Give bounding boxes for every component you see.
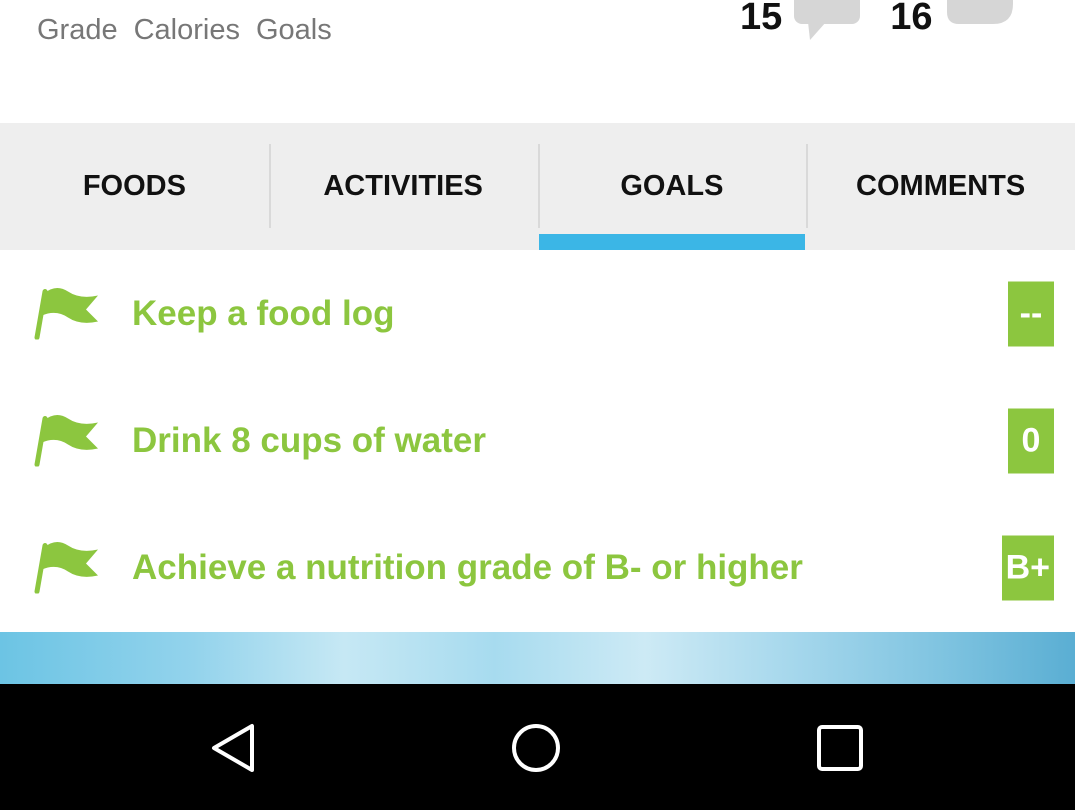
list-item[interactable]: Keep a food log -- [0,250,1075,377]
goal-label: Drink 8 cups of water [132,420,486,460]
comments-count: 15 [740,0,783,38]
thumbs-up-icon[interactable] [945,0,1017,47]
day-summary-header: Grade Calories Goals 15 16 [0,0,1075,123]
goals-label: Goals [255,14,332,46]
list-item[interactable]: Drink 8 cups of water 0 [0,377,1075,504]
flag-icon [32,538,102,599]
back-icon[interactable] [208,722,260,774]
comment-bubble-icon[interactable] [792,0,864,47]
tab-bar: FOODS ACTIVITIES GOALS COMMENTS [0,123,1075,250]
goal-grade-badge: 0 [1008,408,1054,474]
recents-icon[interactable] [814,722,866,774]
calories-label: Calories [133,14,240,46]
system-navigation-bar [0,684,1075,810]
social-counts: 15 16 [740,0,1017,47]
grade-label: Grade [37,14,118,46]
list-item[interactable]: Achieve a nutrition grade of B- or highe… [0,505,1075,632]
tab-goals[interactable]: GOALS [537,123,807,250]
likes-count: 16 [890,0,933,38]
tab-comments[interactable]: COMMENTS [806,123,1075,250]
stat-labels: Grade Calories Goals [37,14,332,47]
goal-grade-badge: B+ [1001,535,1054,601]
goal-grade-badge: -- [1008,281,1054,347]
goal-label: Keep a food log [132,293,395,333]
goal-label: Achieve a nutrition grade of B- or highe… [132,548,803,588]
goals-list: Keep a food log -- Drink 8 cups of water… [0,250,1075,632]
water-banner-image [0,632,1075,684]
tab-foods[interactable]: FOODS [0,123,269,250]
flag-icon [32,410,102,471]
flag-icon [32,283,102,344]
tab-activities[interactable]: ACTIVITIES [268,123,538,250]
home-icon[interactable] [510,722,562,774]
